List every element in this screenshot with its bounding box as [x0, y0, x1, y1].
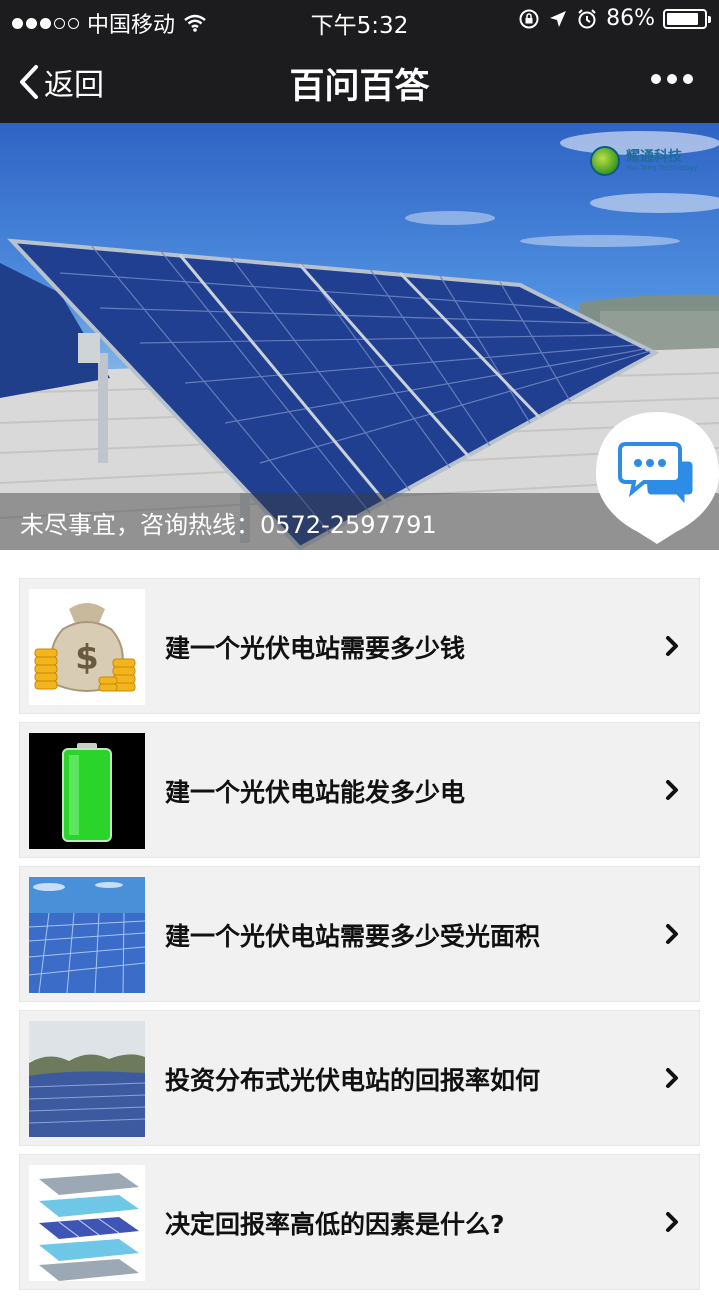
list-item-label: 决定回报率高低的因素是什么?: [165, 1210, 505, 1239]
panel-layers-thumbnail: [29, 1165, 145, 1281]
more-dot-icon: [683, 74, 693, 84]
brand-subtitle: Yao Tong Technology: [626, 164, 698, 172]
chevron-right-icon: [666, 924, 678, 944]
alarm-clock-icon: [578, 8, 596, 28]
battery-percent: 86%: [606, 6, 655, 31]
chat-bubble-icon: [596, 412, 719, 544]
page-title: 百问百答: [289, 67, 430, 107]
brand-name: 耀通科技: [626, 149, 682, 165]
list-item[interactable]: 决定回报率高低的因素是什么?: [19, 1154, 700, 1290]
battery-fill: [667, 12, 698, 25]
list-item[interactable]: 投资分布式光伏电站的回报率如何: [19, 1010, 700, 1146]
chat-button[interactable]: [596, 410, 719, 545]
faq-list: $ 建一个光伏电站需要多少钱 建一个光伏电站能发多少电 建一个光伏电站需要多少受…: [19, 578, 700, 1298]
status-right: 86%: [518, 6, 711, 31]
list-item-label: 建一个光伏电站能发多少电: [165, 778, 466, 807]
list-item[interactable]: $ 建一个光伏电站需要多少钱: [19, 578, 700, 714]
location-arrow-icon: [550, 10, 567, 27]
chevron-right-icon: [666, 780, 678, 800]
more-menu-button[interactable]: [651, 74, 693, 84]
chevron-right-icon: [666, 1212, 678, 1232]
status-bar: 中国移动 下午5:32 86%: [0, 0, 719, 40]
chevron-right-icon: [666, 636, 678, 656]
green-battery-thumbnail: [29, 733, 145, 849]
chevron-right-icon: [666, 1068, 678, 1088]
nav-bar: 返回 百问百答: [0, 40, 719, 123]
hillside-solar-thumbnail: [29, 1021, 145, 1137]
svg-text:$: $: [75, 638, 99, 678]
list-item[interactable]: 建一个光伏电站需要多少受光面积: [19, 866, 700, 1002]
more-dot-icon: [651, 74, 661, 84]
brand-logo-icon: [590, 146, 620, 176]
list-item-label: 建一个光伏电站需要多少受光面积: [165, 922, 541, 951]
more-dot-icon: [667, 74, 677, 84]
solar-field-thumbnail: [29, 877, 145, 993]
battery-icon: [663, 8, 711, 29]
list-item-label: 建一个光伏电站需要多少钱: [165, 634, 466, 663]
money-bag-thumbnail: $: [29, 589, 145, 705]
brand-logo: 耀通科技 Yao Tong Technology: [590, 146, 698, 176]
list-item[interactable]: 建一个光伏电站能发多少电: [19, 722, 700, 858]
hotline-text: 未尽事宜，咨询热线：0572-2597791: [20, 511, 437, 539]
list-item-label: 投资分布式光伏电站的回报率如何: [165, 1066, 541, 1095]
rotation-lock-icon: [519, 9, 539, 28]
